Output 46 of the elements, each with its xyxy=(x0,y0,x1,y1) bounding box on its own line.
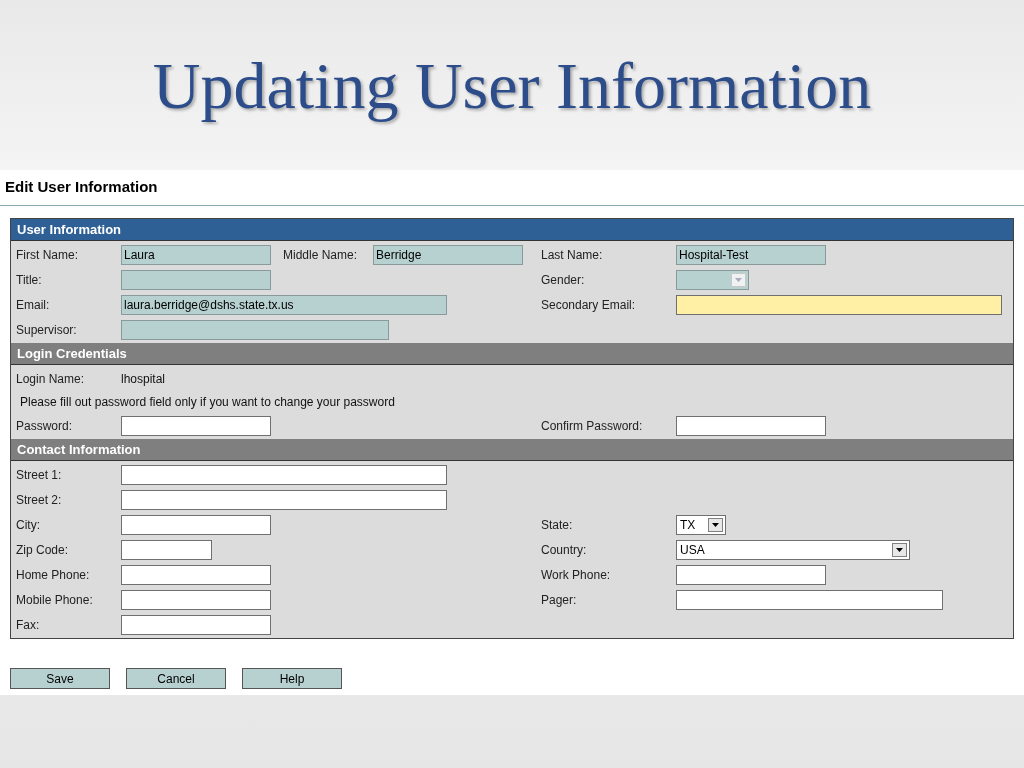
form-button[interactable]: Cancel xyxy=(126,668,226,689)
field-label: Mobile Phone: xyxy=(16,591,94,609)
field-label: Email: xyxy=(16,296,51,314)
section-header: Contact Information xyxy=(11,439,1013,461)
input-field[interactable] xyxy=(121,489,447,510)
password-note: Please fill out password field only if you want to change your password xyxy=(20,394,395,411)
input-field[interactable] xyxy=(121,589,271,610)
field-label: Country: xyxy=(541,541,588,559)
page-title: Edit User Information xyxy=(5,177,158,198)
field-label: Confirm Password: xyxy=(541,417,644,435)
field-label: Login Name: xyxy=(16,370,86,388)
field-label: Home Phone: xyxy=(16,566,91,584)
section-header: Login Credentials xyxy=(11,343,1013,365)
input-field[interactable] xyxy=(676,294,1002,315)
field-label: Street 1: xyxy=(16,466,63,484)
field-label: Password: xyxy=(16,417,74,435)
input-field[interactable] xyxy=(676,589,943,610)
form-button[interactable]: Save xyxy=(10,668,110,689)
field-label: Last Name: xyxy=(541,246,604,264)
input-field[interactable] xyxy=(676,564,826,585)
field-label: Work Phone: xyxy=(541,566,612,584)
field-label: Fax: xyxy=(16,616,41,634)
slide-title: Updating User Information xyxy=(151,53,873,124)
field-value: lhospital xyxy=(121,370,166,388)
input-field[interactable] xyxy=(121,514,271,535)
dropdown-field[interactable]: TX xyxy=(676,514,726,535)
field-label: Supervisor: xyxy=(16,321,78,339)
input-field[interactable] xyxy=(676,415,826,436)
section-header: User Information xyxy=(11,219,1013,241)
field-label: City: xyxy=(16,516,41,534)
field-label: State: xyxy=(541,516,574,534)
input-field[interactable] xyxy=(121,415,271,436)
field-label: Street 2: xyxy=(16,491,63,509)
dropdown-field[interactable]: USA xyxy=(676,539,910,560)
field-label: Pager: xyxy=(541,591,578,609)
input-field[interactable] xyxy=(121,539,212,560)
field-label: Gender: xyxy=(541,271,586,289)
input-field[interactable] xyxy=(121,464,447,485)
field-label: Title: xyxy=(16,271,43,289)
field-label: Zip Code: xyxy=(16,541,70,559)
input-field[interactable] xyxy=(121,564,271,585)
input-field[interactable] xyxy=(121,614,271,635)
field-label: Secondary Email: xyxy=(541,296,637,314)
form-button[interactable]: Help xyxy=(242,668,342,689)
field-label: First Name: xyxy=(16,246,79,264)
field-label: Middle Name: xyxy=(283,246,359,264)
